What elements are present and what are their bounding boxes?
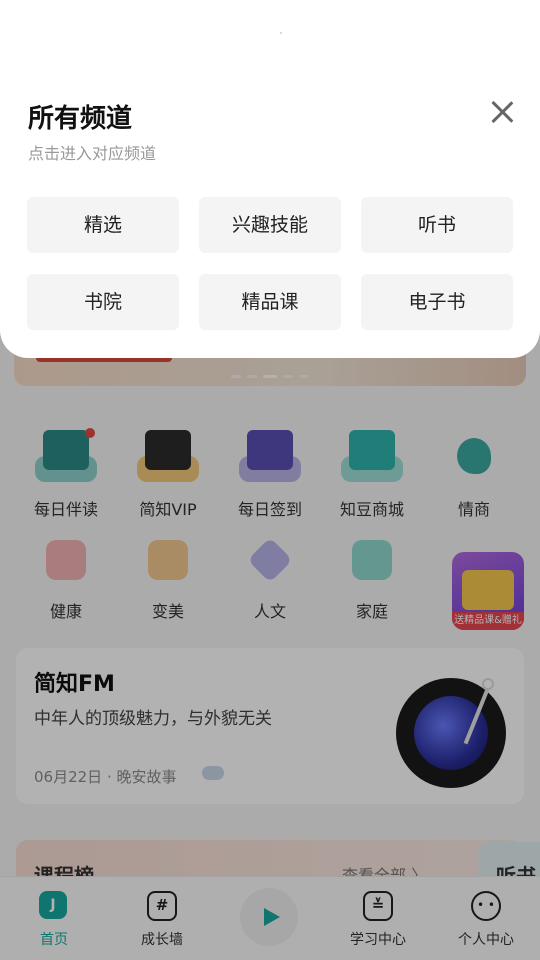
channel-audiobook[interactable]: 听书 — [361, 197, 513, 253]
camera-dot — [280, 32, 282, 34]
sheet-subtitle: 点击进入对应频道 — [28, 144, 157, 163]
close-icon[interactable] — [486, 96, 518, 128]
channel-ebook[interactable]: 电子书 — [361, 274, 513, 330]
home-page: 每日伴读 简知VIP 每日签到 知豆商城 情商 健康 变美 人文 家庭 送精品课… — [0, 0, 540, 960]
channel-interest-skills[interactable]: 兴趣技能 — [199, 197, 341, 253]
channel-premium-courses[interactable]: 精品课 — [199, 274, 341, 330]
channel-sheet: 所有频道 点击进入对应频道 精选 兴趣技能 听书 书院 精品课 电子书 — [0, 0, 540, 358]
sheet-title: 所有频道 — [28, 104, 133, 134]
channel-academy[interactable]: 书院 — [27, 274, 179, 330]
channel-featured[interactable]: 精选 — [27, 197, 179, 253]
